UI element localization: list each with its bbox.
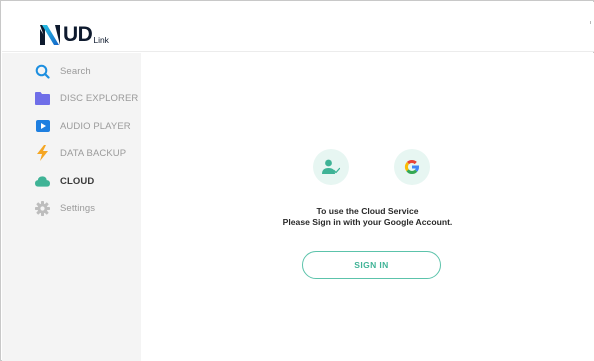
signin-message-line2: Please Sign in with your Google Account. <box>282 217 453 227</box>
sign-in-button[interactable]: SIGN IN <box>302 251 441 279</box>
window-edge-marker <box>590 21 591 24</box>
search-icon <box>35 64 50 79</box>
sidebar-item-label: DATA BACKUP <box>60 147 127 159</box>
app-window: UD Link Search DISC EXPLORER AUDIO PLAYE… <box>0 0 594 361</box>
sidebar-item-label: Settings <box>60 202 96 214</box>
sidebar-item-label: CLOUD <box>60 175 95 187</box>
sidebar-item-label: DISC EXPLORER <box>60 92 139 104</box>
logo-subtext: Link <box>93 35 109 45</box>
sidebar: Search DISC EXPLORER AUDIO PLAYER DATA B… <box>2 53 141 361</box>
folder-icon <box>35 91 50 106</box>
user-check-icon <box>313 149 349 185</box>
backup-icon <box>35 145 50 161</box>
cloud-icon <box>35 174 50 189</box>
signin-message-line1: To use the Cloud Service <box>316 206 419 216</box>
google-icon <box>394 149 430 185</box>
gear-icon <box>35 200 50 216</box>
sidebar-item-cloud[interactable]: CLOUD <box>35 173 94 189</box>
sidebar-item-search[interactable]: Search <box>35 63 91 79</box>
sign-in-label: SIGN IN <box>354 260 389 270</box>
cloud-panel: To use the Cloud Service Please Sign in … <box>141 53 594 361</box>
sidebar-item-settings[interactable]: Settings <box>35 200 95 216</box>
sidebar-item-audio-player[interactable]: AUDIO PLAYER <box>35 118 131 134</box>
sidebar-item-disc-explorer[interactable]: DISC EXPLORER <box>35 90 138 106</box>
logo-text: UD <box>63 23 93 46</box>
app-logo: UD Link <box>39 22 109 46</box>
sidebar-item-label: AUDIO PLAYER <box>60 120 131 132</box>
logo-mark-icon <box>40 25 60 45</box>
play-icon <box>35 119 50 134</box>
sidebar-item-label: Search <box>60 65 91 77</box>
top-bar: UD Link <box>2 2 594 52</box>
sidebar-item-data-backup[interactable]: DATA BACKUP <box>35 145 126 161</box>
